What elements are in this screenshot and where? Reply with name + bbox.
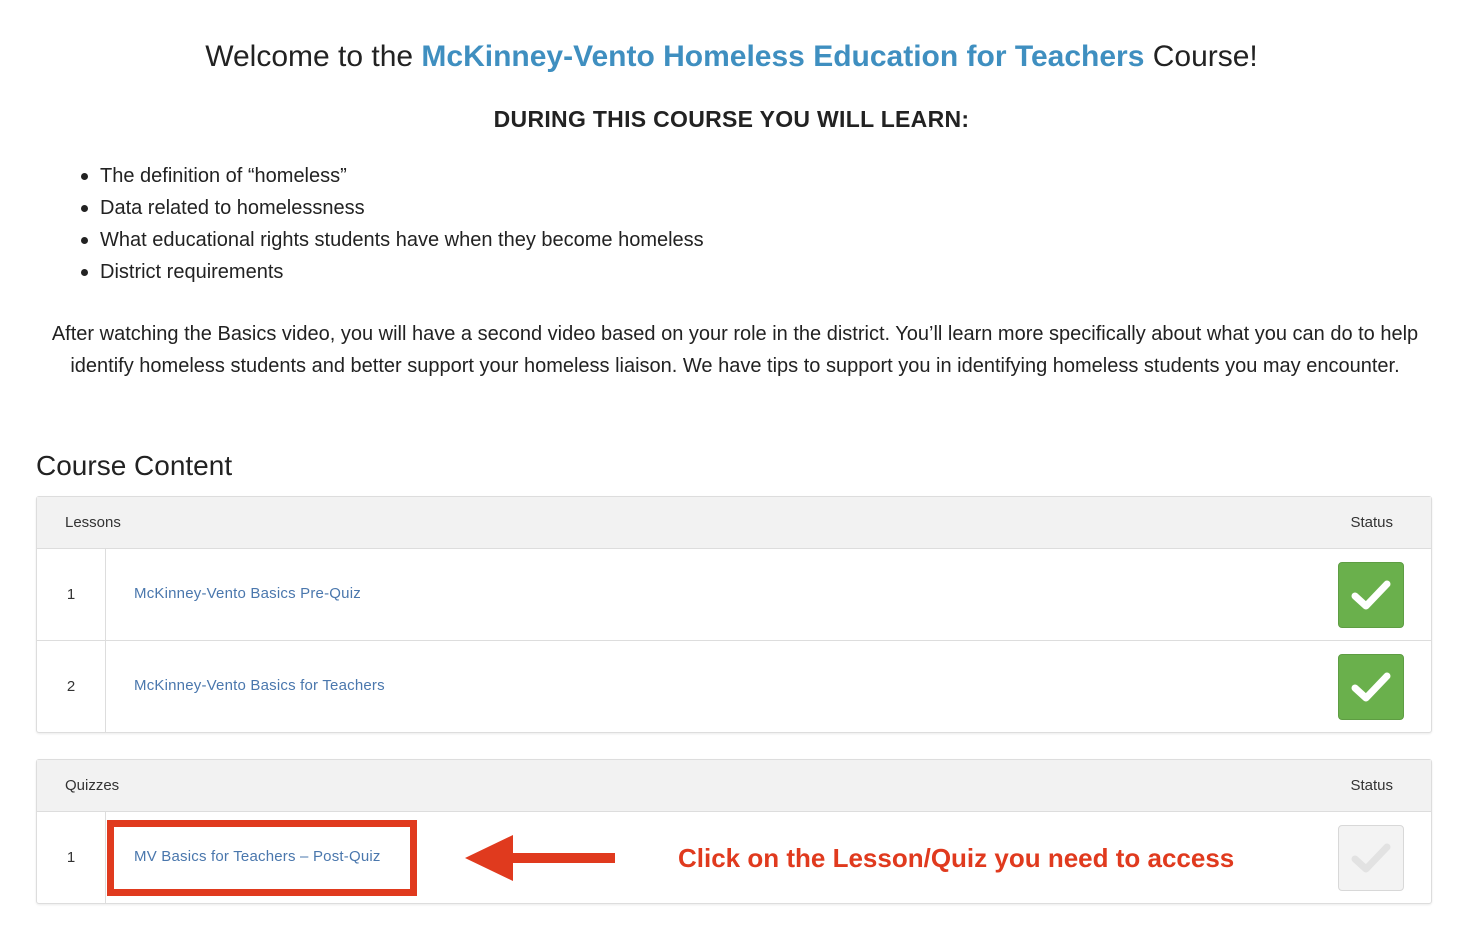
learn-list: The definition of “homeless” Data relate… xyxy=(81,160,704,288)
intro-paragraph: After watching the Basics video, you wil… xyxy=(51,323,1419,377)
lessons-status-label: Status xyxy=(1350,514,1393,531)
welcome-prefix: Welcome to the xyxy=(205,40,422,73)
learn-item: District requirements xyxy=(81,256,704,288)
arrow-left-icon xyxy=(465,835,615,881)
status-complete-badge xyxy=(1338,562,1404,628)
checkmark-icon xyxy=(1351,580,1391,610)
status-complete-badge xyxy=(1338,654,1404,720)
lesson-link-basics-for-teachers[interactable]: McKinney-Vento Basics for Teachers xyxy=(134,677,385,694)
course-content-title: Course Content xyxy=(36,450,233,481)
learn-heading: DURING THIS COURSE YOU WILL LEARN: xyxy=(493,106,970,132)
highlight-box xyxy=(107,820,417,896)
status-incomplete-badge xyxy=(1338,825,1404,891)
quizzes-status-label: Status xyxy=(1350,777,1393,794)
table-row: 1 McKinney-Vento Basics Pre-Quiz xyxy=(37,549,1431,641)
row-number: 1 xyxy=(37,549,106,640)
lessons-table-header: Lessons Status xyxy=(37,497,1431,549)
lessons-header-label: Lessons xyxy=(65,514,121,531)
checkmark-icon xyxy=(1351,843,1391,873)
checkmark-icon xyxy=(1351,672,1391,702)
lesson-link-pre-quiz[interactable]: McKinney-Vento Basics Pre-Quiz xyxy=(134,585,361,602)
welcome-heading: Welcome to the McKinney-Vento Homeless E… xyxy=(0,40,1463,74)
annotation-callout: Click on the Lesson/Quiz you need to acc… xyxy=(678,843,1235,873)
lessons-table: Lessons Status 1 McKinney-Vento Basics P… xyxy=(36,496,1432,733)
welcome-suffix: Course! xyxy=(1144,40,1258,73)
course-name: McKinney-Vento Homeless Education for Te… xyxy=(421,40,1145,73)
quizzes-table-header: Quizzes Status xyxy=(37,760,1431,812)
learn-item: Data related to homelessness xyxy=(81,192,704,224)
row-number: 1 xyxy=(37,812,106,903)
learn-item: What educational rights students have wh… xyxy=(81,224,704,256)
row-number: 2 xyxy=(37,641,106,732)
learn-item: The definition of “homeless” xyxy=(81,160,704,192)
table-row: 2 McKinney-Vento Basics for Teachers xyxy=(37,641,1431,732)
quizzes-header-label: Quizzes xyxy=(65,777,120,794)
